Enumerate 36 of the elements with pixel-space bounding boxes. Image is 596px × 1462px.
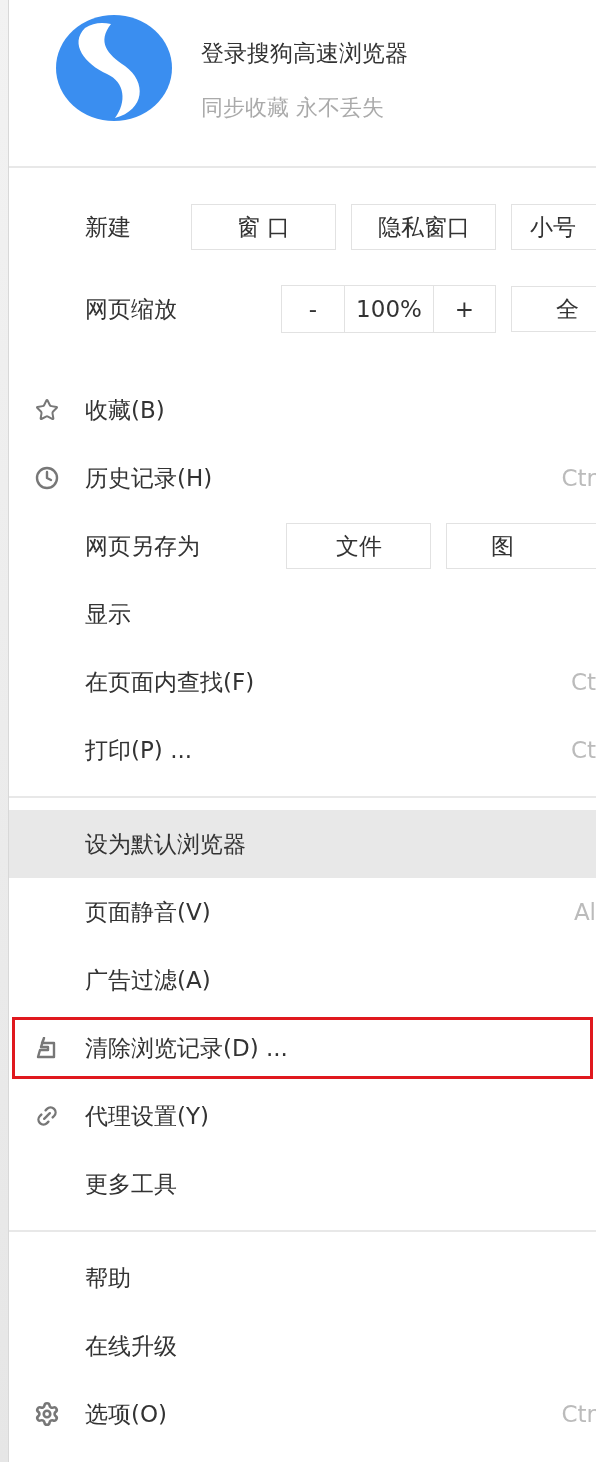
shortcut-text: Al bbox=[573, 899, 596, 925]
menu-item-label: 更多工具 bbox=[85, 1169, 177, 1199]
menu-item-label: 代理设置(Y) bbox=[85, 1101, 209, 1131]
menu-item[interactable]: 清除浏览记录(D) ... bbox=[9, 1014, 596, 1082]
login-subtitle: 同步收藏 永不丢失 bbox=[201, 94, 385, 122]
menu-item-label: 广告过滤(A) bbox=[85, 965, 211, 995]
menu-item-label: 清除浏览记录(D) ... bbox=[85, 1033, 288, 1063]
shortcut-text: Ct bbox=[570, 737, 596, 763]
menu-item-label: 设为默认浏览器 bbox=[85, 829, 246, 859]
save-as-button[interactable]: 文件 bbox=[286, 523, 431, 569]
menu-item-label: 选项(O) bbox=[85, 1399, 168, 1429]
menu-item-label: 打印(P) ... bbox=[85, 735, 193, 765]
star-icon bbox=[35, 398, 59, 422]
menu-item-label: 网页另存为 bbox=[85, 531, 200, 561]
logo-icon bbox=[55, 14, 173, 122]
fullscreen-button[interactable]: 全 bbox=[511, 286, 596, 332]
login-title[interactable]: 登录搜狗高速浏览器 bbox=[201, 38, 408, 69]
menu-item-label: 在线升级 bbox=[85, 1331, 177, 1361]
menu-item-label: 在页面内查找(F) bbox=[85, 667, 255, 697]
menu-item-label: 帮助 bbox=[85, 1263, 131, 1293]
new-window-button[interactable]: 窗 口 bbox=[191, 204, 336, 250]
menu-item-label: 页面静音(V) bbox=[85, 897, 211, 927]
row-label: 网页缩放 bbox=[85, 294, 178, 324]
clock-icon bbox=[35, 466, 59, 490]
menu-item[interactable]: 设为默认浏览器 bbox=[9, 810, 596, 878]
menu-item-label: 收藏(B) bbox=[85, 395, 165, 425]
row-label: 新建 bbox=[85, 212, 132, 242]
shortcut-text: Ctr bbox=[561, 1401, 596, 1427]
new-window-button[interactable]: 隐私窗口 bbox=[351, 204, 496, 250]
menu-item-label: 历史记录(H) bbox=[85, 463, 213, 493]
shortcut-text: Ctr bbox=[561, 465, 596, 491]
new-window-button[interactable]: 小号 bbox=[511, 204, 596, 250]
gear-icon bbox=[34, 1401, 60, 1427]
shortcut-text: Ct bbox=[570, 669, 596, 695]
save-as-button[interactable]: 图 bbox=[446, 523, 596, 569]
menu-item-label: 显示 bbox=[85, 599, 131, 629]
